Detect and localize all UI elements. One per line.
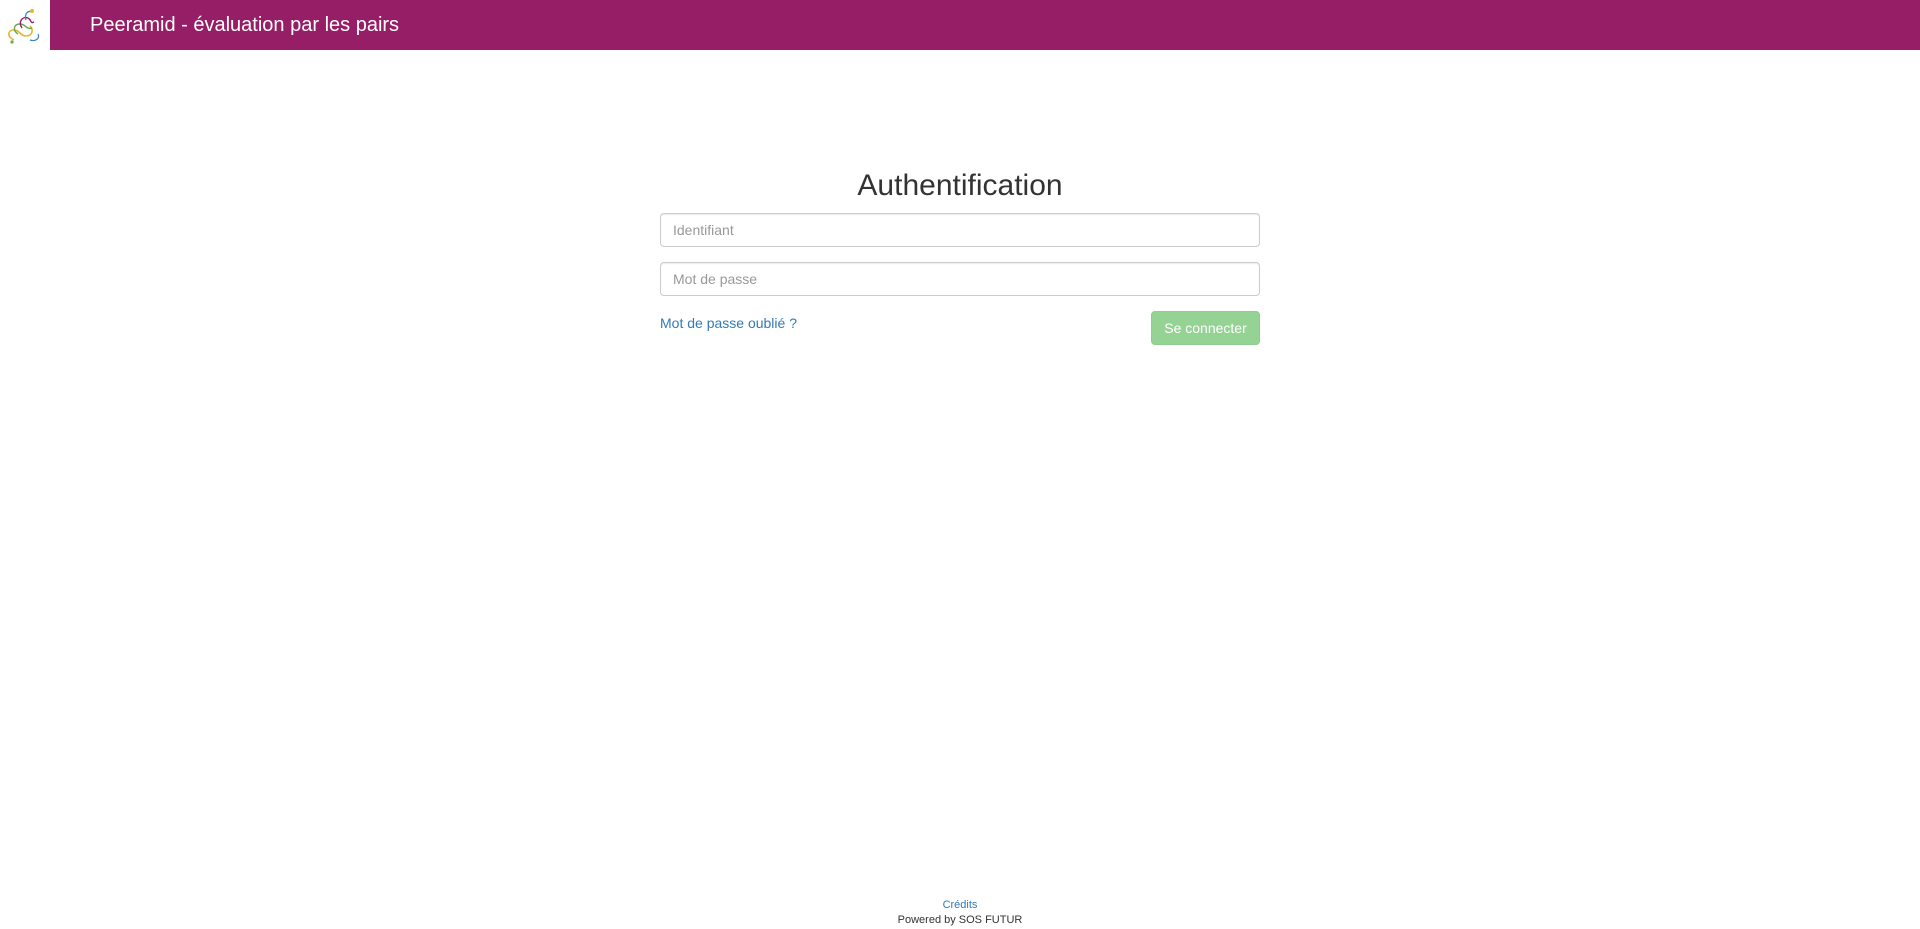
login-button[interactable]: Se connecter <box>1151 311 1260 345</box>
username-field[interactable] <box>660 213 1260 247</box>
page-title: Authentification <box>857 169 1063 202</box>
powered-by-text: Powered by SOS FUTUR <box>897 914 1023 926</box>
brand-logo-link[interactable] <box>0 0 50 50</box>
footer: Crédits Powered by SOS FUTUR <box>0 898 1920 928</box>
password-field[interactable] <box>660 262 1260 296</box>
app-title[interactable]: Peeramid - évaluation par les pairs <box>90 13 399 37</box>
top-navbar: Peeramid - évaluation par les pairs <box>0 0 1920 50</box>
credits-link[interactable]: Crédits <box>943 899 978 911</box>
forgot-password-link[interactable]: Mot de passe oublié ? <box>660 313 797 333</box>
peeramid-logo-icon <box>7 9 40 44</box>
